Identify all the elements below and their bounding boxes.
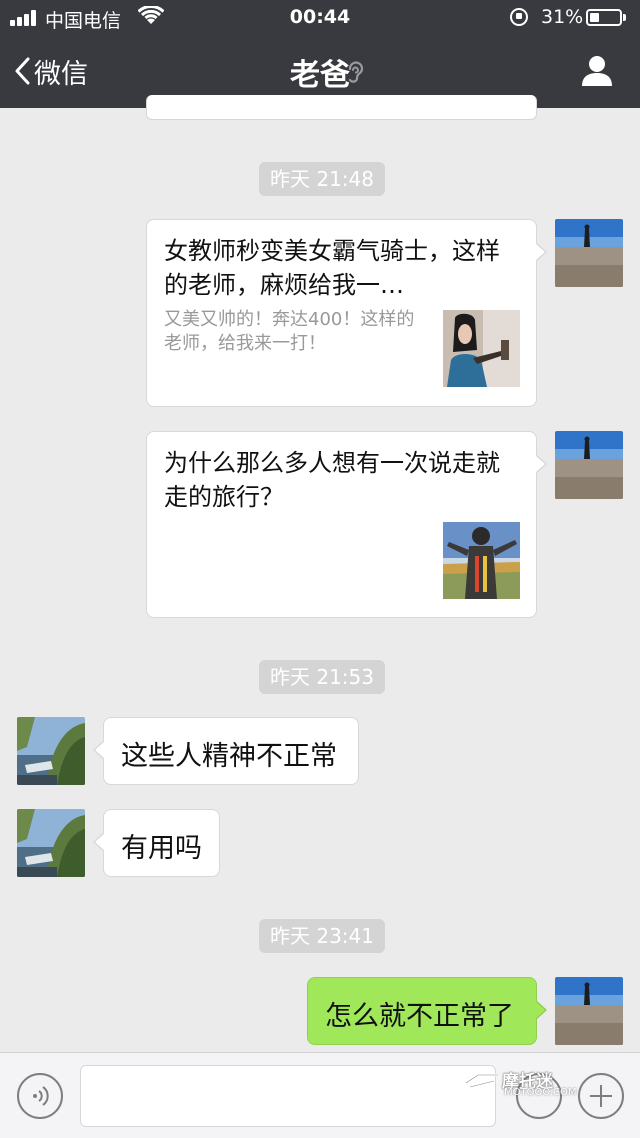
message-bubble-sent[interactable]: 怎么就不正常了 xyxy=(307,977,547,1045)
link-card[interactable]: 女教师秒变美女霸气骑士，这样的老师，麻烦给我一… 又美又帅的！奔达400！这样的… xyxy=(146,219,547,407)
link-card-thumbnail xyxy=(443,522,520,599)
watermark: 摩托迷 MOTOOO.COM xyxy=(464,1065,594,1105)
previous-message-card[interactable] xyxy=(146,95,537,120)
message-text: 有用吗 xyxy=(121,833,202,864)
chat-title: 老爸 xyxy=(290,58,350,93)
link-card-thumbnail xyxy=(443,310,520,387)
contact-avatar[interactable] xyxy=(17,717,85,785)
status-bar: 中国电信 00:44 31% xyxy=(0,0,640,36)
message-text: 这些人精神不正常 xyxy=(121,741,337,772)
link-card-description: 又美又帅的！奔达400！这样的老师，给我来一打！ xyxy=(164,309,415,354)
watermark-url: MOTOOO.COM xyxy=(504,1087,577,1098)
link-card-title: 为什么那么多人想有一次说走就走的旅行？ xyxy=(164,449,500,511)
timestamp: 昨天 21:53 xyxy=(259,660,385,694)
my-avatar[interactable] xyxy=(555,219,623,287)
message-bubble[interactable]: 这些人精神不正常 xyxy=(93,717,359,785)
message-bubble[interactable]: 有用吗 xyxy=(93,809,220,877)
ear-icon xyxy=(348,61,364,83)
input-bar: 摩托迷 MOTOOO.COM xyxy=(0,1052,640,1138)
contact-avatar[interactable] xyxy=(17,809,85,877)
voice-input-button[interactable] xyxy=(17,1073,63,1119)
link-card[interactable]: 为什么那么多人想有一次说走就走的旅行？ xyxy=(146,431,547,618)
rotation-lock-icon xyxy=(510,8,528,26)
my-avatar[interactable] xyxy=(555,431,623,499)
battery-percentage: 31% xyxy=(541,6,584,28)
message-text: 怎么就不正常了 xyxy=(325,1001,514,1032)
voice-icon xyxy=(33,1086,49,1106)
profile-button[interactable] xyxy=(580,54,614,88)
battery-cap xyxy=(623,14,626,21)
my-avatar[interactable] xyxy=(555,977,623,1045)
message-input[interactable] xyxy=(80,1065,496,1127)
battery-icon xyxy=(586,9,622,26)
link-card-title: 女教师秒变美女霸气骑士，这样的老师，麻烦给我一… xyxy=(164,237,500,299)
timestamp: 昨天 23:41 xyxy=(259,919,385,953)
watermark-logo-icon xyxy=(465,1073,498,1097)
timestamp: 昨天 21:48 xyxy=(259,162,385,196)
top-bar: 中国电信 00:44 31% 微信 老爸 xyxy=(0,0,640,108)
